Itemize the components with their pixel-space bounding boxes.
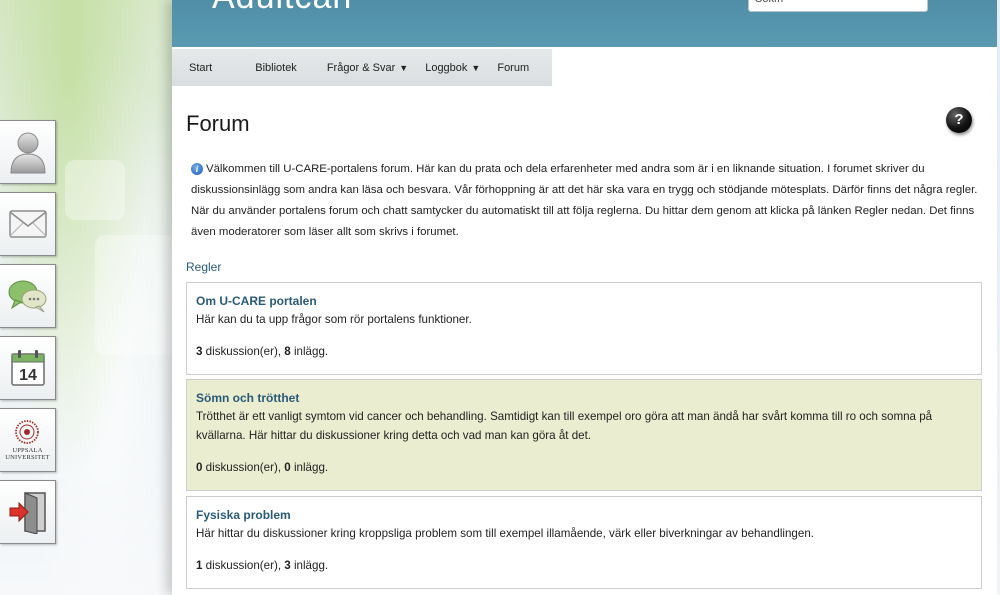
- main-panel: Adultcan Sökm Start Bibliotek Frågor & S…: [172, 0, 997, 595]
- nav-item-label: Frågor & Svar: [326, 61, 396, 74]
- nav-item-forum[interactable]: Forum: [497, 62, 529, 74]
- forum-description: Här hittar du diskussioner kring kroppsl…: [196, 527, 814, 540]
- forum-title-link[interactable]: Fysiska problem: [196, 508, 981, 522]
- intro-paragraph: Välkommen till U-CARE-portalens forum. H…: [191, 163, 978, 238]
- profile-icon: [9, 132, 46, 174]
- nav-item-fragor-svar[interactable]: Frågor & Svar ▼: [327, 62, 408, 74]
- background-square: [65, 160, 125, 220]
- discussion-label: diskussion(er),: [202, 559, 285, 572]
- forum-stats: 1 diskussion(er), 3 inlägg.: [196, 559, 981, 572]
- calendar-day: 14: [19, 367, 37, 384]
- post-label: inlägg.: [290, 345, 329, 358]
- info-icon: i: [191, 163, 203, 175]
- logout-button[interactable]: [0, 480, 56, 544]
- forum-title-link[interactable]: Sömn och trötthet: [196, 391, 981, 405]
- background-square: [95, 235, 175, 355]
- forum-stats: 3 diskussion(er), 8 inlägg.: [196, 345, 981, 358]
- nav-item-start[interactable]: Start: [189, 62, 212, 74]
- nav-item-loggbok[interactable]: Loggbok ▼: [425, 62, 480, 74]
- profile-button[interactable]: [0, 120, 56, 184]
- forum-card: Sömn och trötthet Trötthet är ett vanlig…: [186, 379, 982, 491]
- calendar-button[interactable]: 14: [0, 336, 56, 400]
- rules-link[interactable]: Regler: [186, 260, 221, 274]
- discussion-label: diskussion(er),: [202, 461, 285, 474]
- discussion-label: diskussion(er),: [202, 345, 285, 358]
- post-label: inlägg.: [290, 461, 329, 474]
- side-icon-bar: 14 UPPSALA UNIVERSITET: [0, 120, 60, 552]
- site-title: Adultcan: [212, 0, 352, 17]
- site-header: Adultcan Sökm: [172, 0, 997, 47]
- chat-icon: [8, 280, 46, 313]
- help-icon[interactable]: ?: [946, 107, 972, 133]
- nav-item-label: Loggbok: [425, 61, 468, 74]
- search-input[interactable]: Sökm: [748, 0, 928, 12]
- logout-icon: [9, 492, 46, 534]
- mail-icon: [8, 210, 47, 238]
- forum-stats: 0 diskussion(er), 0 inlägg.: [196, 461, 981, 474]
- navbar: Start Bibliotek Frågor & Svar ▼ Loggbok ▼ …: [172, 47, 997, 87]
- forum-card: Om U-CARE portalen Här kan du ta upp frå…: [186, 282, 982, 375]
- uppsala-seal-icon: [15, 420, 40, 444]
- forum-card: Fysiska problem Här hittar du diskussion…: [186, 496, 982, 589]
- forum-title-link[interactable]: Om U-CARE portalen: [196, 294, 981, 308]
- mail-button[interactable]: [0, 192, 56, 256]
- dropdown-arrow-icon: ▼: [399, 62, 409, 73]
- intro-text: i Välkommen till U-CARE-portalens forum. …: [191, 159, 981, 243]
- nav-menu: Start Bibliotek Frågor & Svar ▼ Loggbok ▼ …: [172, 49, 552, 86]
- uppsala-text-line2: UNIVERSITET: [5, 454, 50, 461]
- nav-item-bibliotek[interactable]: Bibliotek: [255, 62, 297, 74]
- page-title: Forum: [186, 111, 250, 136]
- forum-description: Här kan du ta upp frågor som rör portale…: [196, 313, 472, 326]
- uppsala-logo: UPPSALA UNIVERSITET: [5, 419, 50, 461]
- uppsala-text-line1: UPPSALA: [12, 447, 43, 454]
- uppsala-university-link[interactable]: UPPSALA UNIVERSITET: [0, 408, 56, 472]
- post-label: inlägg.: [290, 559, 329, 572]
- forum-description: Trötthet är ett vanligt symtom vid cance…: [196, 410, 933, 442]
- chat-button[interactable]: [0, 264, 56, 328]
- calendar-icon: 14: [10, 350, 45, 386]
- dropdown-arrow-icon: ▼: [471, 62, 481, 73]
